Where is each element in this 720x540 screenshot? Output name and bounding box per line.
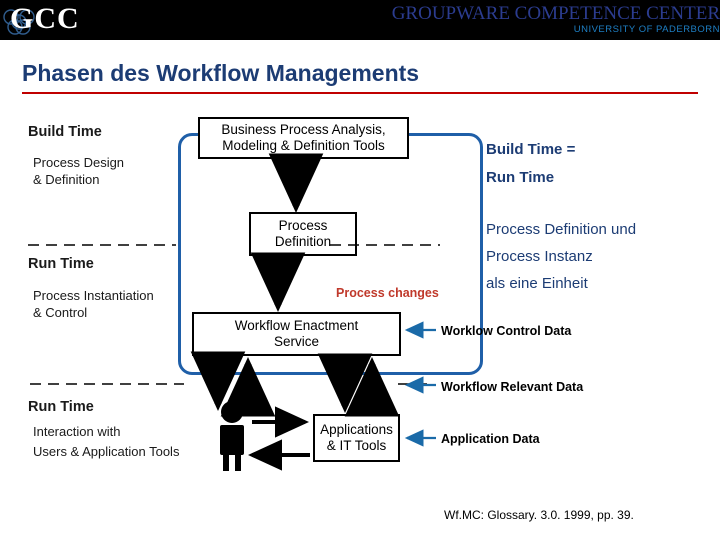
box-analysis-line1: Business Process Analysis, xyxy=(221,122,386,137)
note-build-equals-run-line2: Run Time xyxy=(486,169,555,186)
title-divider xyxy=(22,92,698,94)
banner-title: GROUPWARE COMPETENCE CENTER xyxy=(391,3,720,24)
annotation-application-data: Application Data xyxy=(441,432,540,446)
label-run-time-desc-1a: Process Instantiation xyxy=(33,288,154,303)
note-definition-instance-line3: als eine Einheit xyxy=(486,275,588,292)
box-applications-line1: Applications xyxy=(320,422,393,437)
note-build-equals-run-line1: Build Time = xyxy=(486,141,576,158)
banner-subtitle: UNIVERSITY OF PADERBORN xyxy=(573,24,720,35)
label-run-time-desc-2b: Users & Application Tools xyxy=(33,444,180,459)
label-run-time-heading-1: Run Time xyxy=(28,256,94,272)
box-enactment-line1: Workflow Enactment xyxy=(234,318,359,333)
note-definition-instance-line2: Process Instanz xyxy=(486,248,593,265)
gcc-logo-text: GCC xyxy=(10,2,80,35)
actor-person-icon xyxy=(220,401,244,471)
page-title: Phasen des Workflow Managements xyxy=(22,60,420,86)
source-footnote: Wf.MC: Glossary. 3.0. 1999, pp. 39. xyxy=(444,508,634,522)
annotation-workflow-control-data: Worklow Control Data xyxy=(441,324,572,338)
label-run-time-desc-2a: Interaction with xyxy=(33,424,121,439)
label-build-time-desc-2: & Definition xyxy=(33,172,100,187)
annotation-workflow-relevant-data: Workflow Relevant Data xyxy=(441,380,584,394)
box-process-definition[interactable]: Process Definition xyxy=(249,212,357,256)
label-run-time-desc-1b: & Control xyxy=(33,305,88,320)
box-definition-line2: Definition xyxy=(274,234,332,249)
label-run-time-heading-2: Run Time xyxy=(28,399,94,415)
box-enactment-line2: Service xyxy=(273,334,319,349)
box-applications-it-tools[interactable]: Applications & IT Tools xyxy=(313,414,400,462)
box-workflow-enactment-service[interactable]: Workflow Enactment Service xyxy=(192,312,401,356)
label-build-time-heading: Build Time xyxy=(28,124,102,140)
annotation-process-changes: Process changes xyxy=(336,286,439,300)
note-definition-instance-line1: Process Definition und xyxy=(486,221,637,238)
box-business-process-analysis[interactable]: Business Process Analysis, Modeling & De… xyxy=(198,117,409,159)
box-definition-line1: Process xyxy=(278,218,328,233)
box-analysis-line2: Modeling & Definition Tools xyxy=(222,138,385,153)
header-banner: GCC GROUPWARE COMPETENCE CENTER UNIVERSI… xyxy=(0,0,720,40)
box-applications-line2: & IT Tools xyxy=(326,438,387,453)
label-build-time-desc-1: Process Design xyxy=(33,155,125,170)
